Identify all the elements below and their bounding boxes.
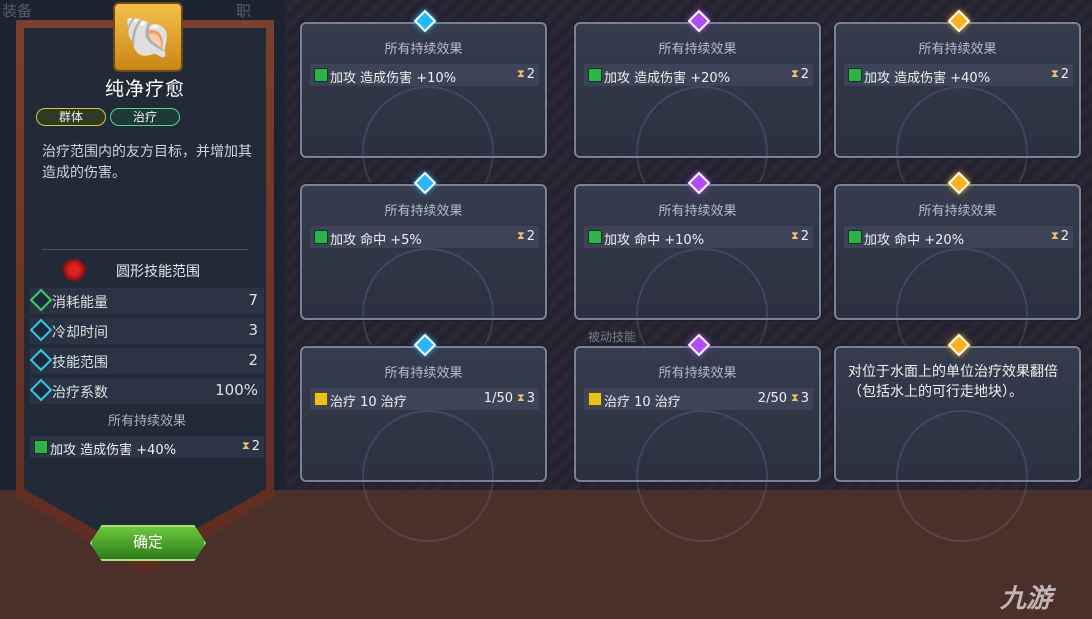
attack-up-icon	[848, 68, 862, 82]
range-icon	[29, 348, 53, 372]
effect-text: 加攻 命中 +5%	[330, 233, 422, 248]
effect-turns: 2	[251, 439, 260, 454]
tag-heal: 治疗	[110, 108, 180, 126]
hourglass-icon: ⧗	[1051, 67, 1059, 80]
effect-row: 加攻 命中 +20% ⧗ 2	[844, 226, 1073, 248]
effect-text: 加攻 造成伤害 +10%	[330, 71, 457, 86]
hourglass-icon: ⧗	[242, 439, 250, 452]
effect-stack-count: 2/50	[757, 391, 787, 406]
effect-card[interactable]: 所有持续效果 加攻 命中 +10% ⧗ 2	[574, 171, 821, 380]
skill-description: 治疗范围内的友方目标，并增加其造成的伤害。	[42, 144, 252, 181]
attack-up-icon	[588, 230, 602, 244]
panel-effect-row: 加攻 造成伤害 +40% ⧗ 2	[30, 436, 264, 458]
stat-heal-ratio: 治疗系数 100%	[29, 378, 264, 404]
range-label: 圆形技能范围	[116, 264, 200, 280]
hourglass-icon: ⧗	[791, 67, 799, 80]
effect-text: 治疗 10 治疗	[604, 395, 681, 410]
heal-ratio-icon	[29, 378, 53, 402]
tag-group: 群体	[36, 108, 106, 126]
effect-row: 加攻 造成伤害 +40% ⧗ 2	[844, 64, 1073, 86]
bottom-backdrop	[285, 490, 1092, 619]
stat-label: 治疗系数	[52, 385, 108, 401]
effect-text: 加攻 命中 +10%	[604, 233, 705, 248]
effect-turns: 3	[800, 391, 809, 406]
effect-text: 治疗 10 治疗	[330, 395, 407, 410]
stat-cooldown: 冷却时间 3	[29, 318, 264, 344]
stat-label: 技能范围	[52, 355, 108, 371]
effect-card[interactable]: 所有持续效果 加攻 命中 +20% ⧗ 2	[834, 171, 1081, 380]
passive-skill-label: 被动技能	[588, 330, 637, 344]
effect-card[interactable]: 对位于水面上的单位治疗效果翻倍（包括水上的可行走地块）。	[834, 333, 1081, 542]
effect-text: 加攻 命中 +20%	[864, 233, 965, 248]
watermark-logo: 九游	[1000, 584, 1053, 614]
attack-up-icon	[34, 440, 48, 454]
effect-text: 加攻 造成伤害 +40%	[864, 71, 991, 86]
effect-row: 加攻 造成伤害 +20% ⧗ 2	[584, 64, 813, 86]
effect-card[interactable]: 所有持续效果 治疗 10 治疗 2/50 ⧗ 3	[574, 333, 821, 542]
hourglass-icon: ⧗	[791, 229, 799, 242]
stat-skill-range: 技能范围 2	[29, 348, 264, 374]
effect-turns: 2	[800, 229, 809, 244]
hourglass-icon: ⧗	[517, 67, 525, 80]
effects-header: 所有持续效果	[107, 414, 186, 429]
card-title: 所有持续效果	[658, 42, 737, 57]
heal-icon	[314, 392, 328, 406]
card-title: 所有持续效果	[384, 204, 463, 219]
stat-value: 7	[248, 291, 258, 309]
attack-up-icon	[588, 68, 602, 82]
stat-label: 消耗能量	[52, 295, 108, 311]
card-title: 所有持续效果	[658, 204, 737, 219]
stat-value: 2	[248, 351, 258, 369]
attack-up-icon	[314, 68, 328, 82]
attack-up-icon	[314, 230, 328, 244]
card-title: 所有持续效果	[658, 366, 737, 381]
card-title: 所有持续效果	[384, 42, 463, 57]
stat-label: 冷却时间	[52, 325, 108, 341]
circle-range-icon	[62, 259, 86, 281]
hourglass-icon: ⧗	[517, 391, 525, 404]
effect-turns: 2	[1060, 229, 1069, 244]
effect-stack-count: 1/50	[483, 391, 513, 406]
skill-name: 纯净疗愈	[104, 78, 185, 100]
effect-row: 加攻 造成伤害 +10% ⧗ 2	[310, 64, 539, 86]
effect-row: 治疗 10 治疗 1/50 ⧗ 3	[310, 388, 539, 410]
effect-card[interactable]: 所有持续效果 加攻 造成伤害 +40% ⧗ 2	[834, 9, 1081, 218]
confirm-button[interactable]: 确定	[90, 525, 206, 561]
heal-icon	[588, 392, 602, 406]
effect-turns: 2	[800, 67, 809, 82]
effect-turns: 2	[526, 229, 535, 244]
hourglass-icon: ⧗	[1051, 229, 1059, 242]
effect-card[interactable]: 所有持续效果 加攻 造成伤害 +10% ⧗ 2	[300, 9, 547, 218]
effect-turns: 3	[526, 391, 535, 406]
effect-text: 加攻 造成伤害 +40%	[50, 443, 177, 458]
card-title: 所有持续效果	[918, 204, 997, 219]
hourglass-icon: ⧗	[517, 229, 525, 242]
stat-energy-cost: 消耗能量 7	[29, 288, 264, 314]
effect-card[interactable]: 所有持续效果 加攻 命中 +5% ⧗ 2	[300, 171, 547, 380]
effect-note: 对位于水面上的单位治疗效果翻倍（包括水上的可行走地块）。	[848, 364, 1058, 400]
effect-card[interactable]: 所有持续效果 治疗 10 治疗 1/50 ⧗ 3	[300, 333, 547, 542]
effect-card[interactable]: 所有持续效果 加攻 造成伤害 +20% ⧗ 2	[574, 9, 821, 218]
hourglass-icon: ⧗	[791, 391, 799, 404]
divider	[42, 249, 248, 250]
effect-row: 治疗 10 治疗 2/50 ⧗ 3	[584, 388, 813, 410]
effect-turns: 2	[1060, 67, 1069, 82]
stat-value: 100%	[215, 381, 258, 399]
effect-row: 加攻 命中 +10% ⧗ 2	[584, 226, 813, 248]
effect-turns: 2	[526, 67, 535, 82]
effect-row: 加攻 命中 +5% ⧗ 2	[310, 226, 539, 248]
shell-icon: 🐚	[113, 2, 183, 72]
cooldown-icon	[29, 318, 53, 342]
effect-text: 加攻 造成伤害 +20%	[604, 71, 731, 86]
energy-icon	[29, 288, 53, 312]
stat-value: 3	[248, 321, 258, 339]
card-title: 所有持续效果	[918, 42, 997, 57]
card-title: 所有持续效果	[384, 366, 463, 381]
attack-up-icon	[848, 230, 862, 244]
